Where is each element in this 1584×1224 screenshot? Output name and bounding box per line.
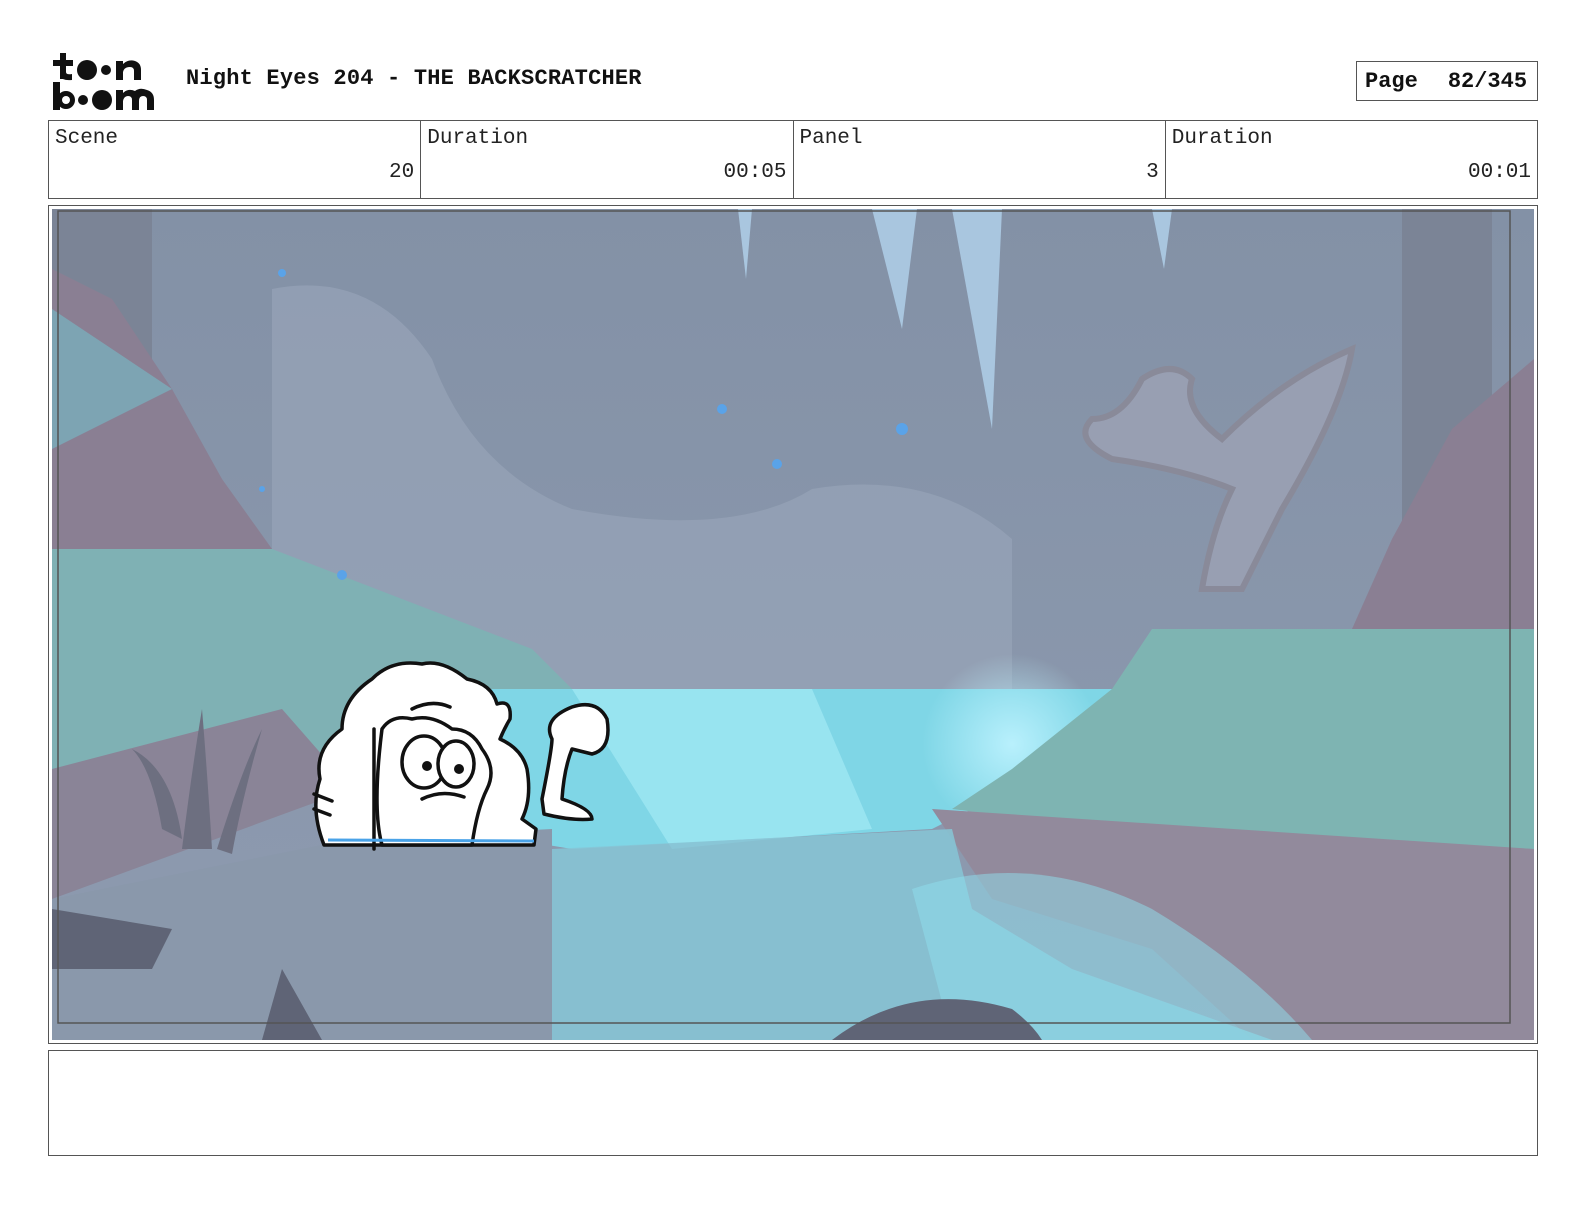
panel-duration-label: Duration — [1171, 127, 1273, 150]
page-number: 82/345 — [1447, 68, 1528, 94]
page-label: Page — [1365, 68, 1418, 94]
panel-label: Panel — [799, 127, 863, 150]
scene-duration-cell: Duration 00:05 — [421, 121, 794, 198]
storyboard-panel-image — [52, 209, 1534, 1040]
scene-cell: Scene 20 — [49, 121, 422, 198]
scene-label: Scene — [55, 127, 119, 150]
panel-value: 3 — [1146, 161, 1159, 184]
document-title: Night Eyes 204 - THE BACKSCRATCHER — [186, 66, 642, 91]
scene-info-table: Scene 20 Duration 00:05 Panel 3 Duration… — [48, 120, 1538, 199]
scene-duration-value: 00:05 — [723, 161, 787, 184]
panel-cell: Panel 3 — [794, 121, 1166, 198]
panel-duration-cell: Duration 00:01 — [1166, 121, 1537, 198]
toon-boom-logo — [50, 50, 168, 112]
page-indicator: Page 82/345 — [1356, 61, 1538, 101]
panel-duration-value: 00:01 — [1467, 161, 1531, 184]
scene-value: 20 — [389, 161, 415, 184]
scene-duration-label: Duration — [427, 127, 529, 150]
panel-notes-box — [48, 1050, 1538, 1156]
